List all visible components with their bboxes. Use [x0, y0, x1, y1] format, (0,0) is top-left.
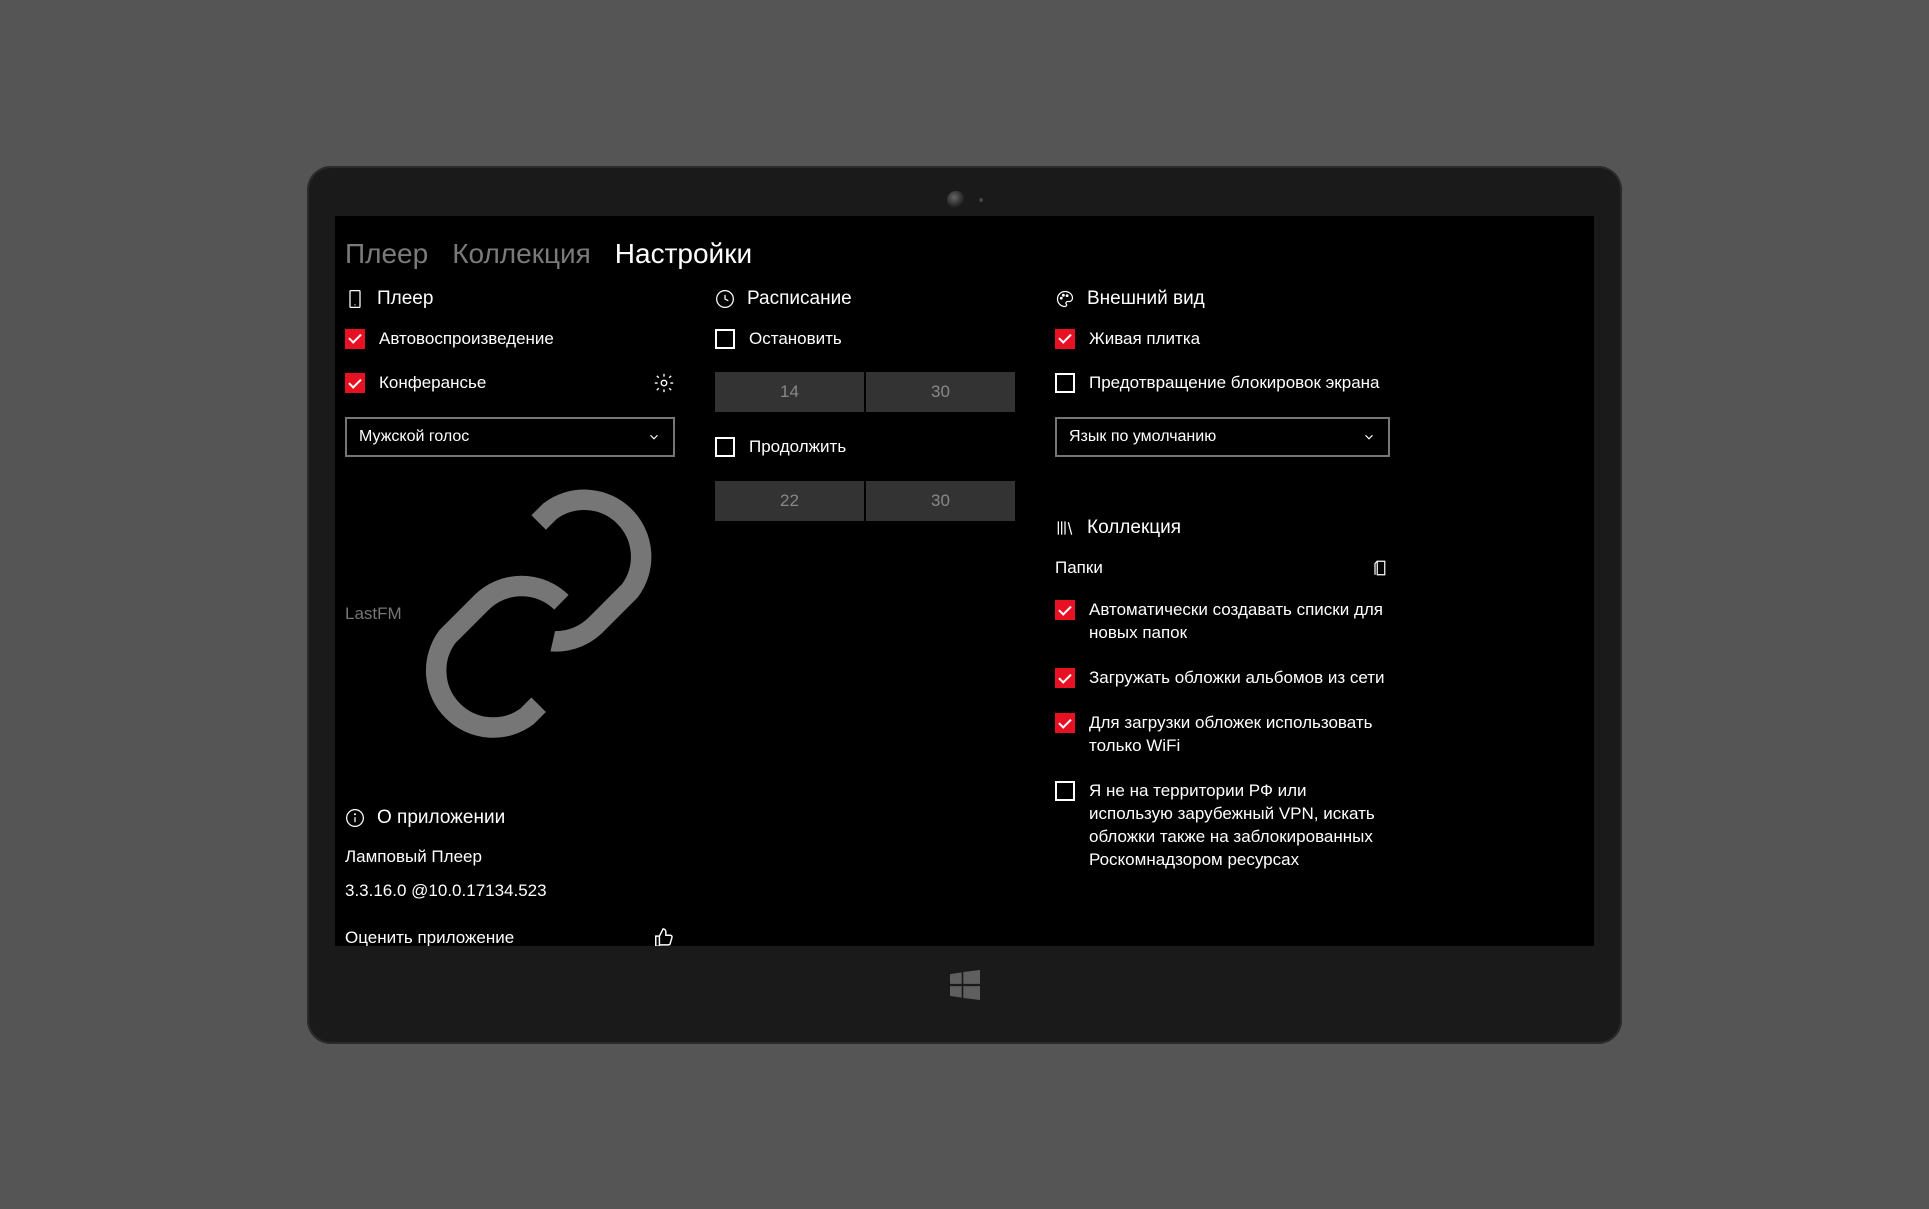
checkbox-resume[interactable] [715, 437, 735, 457]
thumbs-up-icon [653, 927, 675, 946]
checkbox-live-tile[interactable] [1055, 329, 1075, 349]
label-load-covers: Загружать обложки альбомов из сети [1089, 667, 1390, 690]
section-schedule-head: Расписание [715, 288, 1015, 310]
clock-icon [715, 289, 735, 309]
row-lastfm[interactable]: LastFM [345, 477, 675, 750]
section-about-head: О приложении [345, 807, 675, 829]
label-stop: Остановить [749, 328, 1015, 351]
section-appearance-title: Внешний вид [1087, 288, 1205, 310]
chevron-down-icon [1362, 430, 1376, 444]
section-appearance-head: Внешний вид [1055, 288, 1390, 310]
column-player: Плеер Автовоспроизведение Конферансье Му… [345, 288, 675, 946]
label-prevent-lock: Предотвращение блокировок экрана [1089, 372, 1390, 395]
section-about-title: О приложении [377, 807, 505, 829]
info-icon [345, 808, 365, 828]
stop-hour[interactable]: 14 [715, 372, 864, 412]
resume-hour[interactable]: 22 [715, 481, 864, 521]
sd-card-icon [1372, 557, 1390, 579]
top-tabs: Плеер Коллекция Настройки [345, 238, 1584, 282]
resume-minute[interactable]: 30 [866, 481, 1015, 521]
row-prevent-lock: Предотвращение блокировок экрана [1055, 372, 1390, 395]
row-stop: Остановить [715, 328, 1015, 351]
device-icon [345, 289, 365, 309]
checkbox-auto-playlists[interactable] [1055, 600, 1075, 620]
about-app-name: Ламповый Плеер [345, 847, 675, 867]
label-vpn: Я не на территории РФ или использую зару… [1089, 780, 1390, 872]
section-collection-title: Коллекция [1087, 517, 1181, 539]
windows-button[interactable] [335, 946, 1594, 1024]
row-resume: Продолжить [715, 436, 1015, 459]
tab-player[interactable]: Плеер [345, 238, 428, 270]
label-compere: Конферансье [379, 372, 639, 395]
label-autoplay: Автовоспроизведение [379, 328, 675, 351]
label-live-tile: Живая плитка [1089, 328, 1390, 351]
row-folders[interactable]: Папки [1055, 557, 1390, 579]
checkbox-vpn[interactable] [1055, 781, 1075, 801]
camera-icon [947, 191, 965, 209]
section-collection-head: Коллекция [1055, 517, 1390, 539]
checkbox-prevent-lock[interactable] [1055, 373, 1075, 393]
gear-icon[interactable] [653, 372, 675, 394]
stop-minute[interactable]: 30 [866, 372, 1015, 412]
row-compere: Конферансье [345, 372, 675, 395]
section-player-title: Плеер [377, 288, 433, 310]
screen: Плеер Коллекция Настройки Плеер Автовосп… [335, 216, 1594, 946]
label-lastfm: LastFM [345, 604, 402, 624]
chevron-down-icon [647, 430, 661, 444]
palette-icon [1055, 289, 1075, 309]
section-about: О приложении Ламповый Плеер 3.3.16.0 @10… [345, 807, 675, 946]
checkbox-autoplay[interactable] [345, 329, 365, 349]
row-wifi-only: Для загрузки обложек использовать только… [1055, 712, 1390, 758]
select-language-value: Язык по умолчанию [1069, 428, 1216, 446]
select-voice-value: Мужской голос [359, 428, 469, 446]
label-folders: Папки [1055, 558, 1103, 578]
checkbox-compere[interactable] [345, 373, 365, 393]
label-wifi-only: Для загрузки обложек использовать только… [1089, 712, 1390, 758]
label-resume: Продолжить [749, 436, 1015, 459]
books-icon [1055, 518, 1075, 538]
tablet-frame: Плеер Коллекция Настройки Плеер Автовосп… [307, 166, 1622, 1044]
checkbox-stop[interactable] [715, 329, 735, 349]
about-version: 3.3.16.0 @10.0.17134.523 [345, 881, 675, 901]
windows-icon [945, 965, 985, 1005]
row-auto-playlists: Автоматически создавать списки для новых… [1055, 599, 1390, 645]
tab-settings[interactable]: Настройки [615, 238, 752, 270]
checkbox-wifi-only[interactable] [1055, 713, 1075, 733]
action-rate[interactable]: Оценить приложение [345, 927, 675, 946]
camera-dot-icon [979, 198, 983, 202]
section-schedule-title: Расписание [747, 288, 852, 310]
section-player-head: Плеер [345, 288, 675, 310]
resume-time: 22 30 [715, 481, 1015, 521]
select-language[interactable]: Язык по умолчанию [1055, 417, 1390, 457]
link-icon [402, 477, 675, 750]
row-load-covers: Загружать обложки альбомов из сети [1055, 667, 1390, 690]
tab-collection[interactable]: Коллекция [452, 238, 591, 270]
label-auto-playlists: Автоматически создавать списки для новых… [1089, 599, 1390, 645]
camera-bar [335, 184, 1594, 216]
label-rate: Оценить приложение [345, 928, 514, 946]
row-live-tile: Живая плитка [1055, 328, 1390, 351]
select-voice[interactable]: Мужской голос [345, 417, 675, 457]
column-right: Внешний вид Живая плитка Предотвращение … [1055, 288, 1390, 946]
checkbox-load-covers[interactable] [1055, 668, 1075, 688]
column-schedule: Расписание Остановить 14 30 Продолжить 2… [715, 288, 1015, 946]
stop-time: 14 30 [715, 372, 1015, 412]
row-vpn: Я не на территории РФ или использую зару… [1055, 780, 1390, 872]
row-autoplay: Автовоспроизведение [345, 328, 675, 351]
